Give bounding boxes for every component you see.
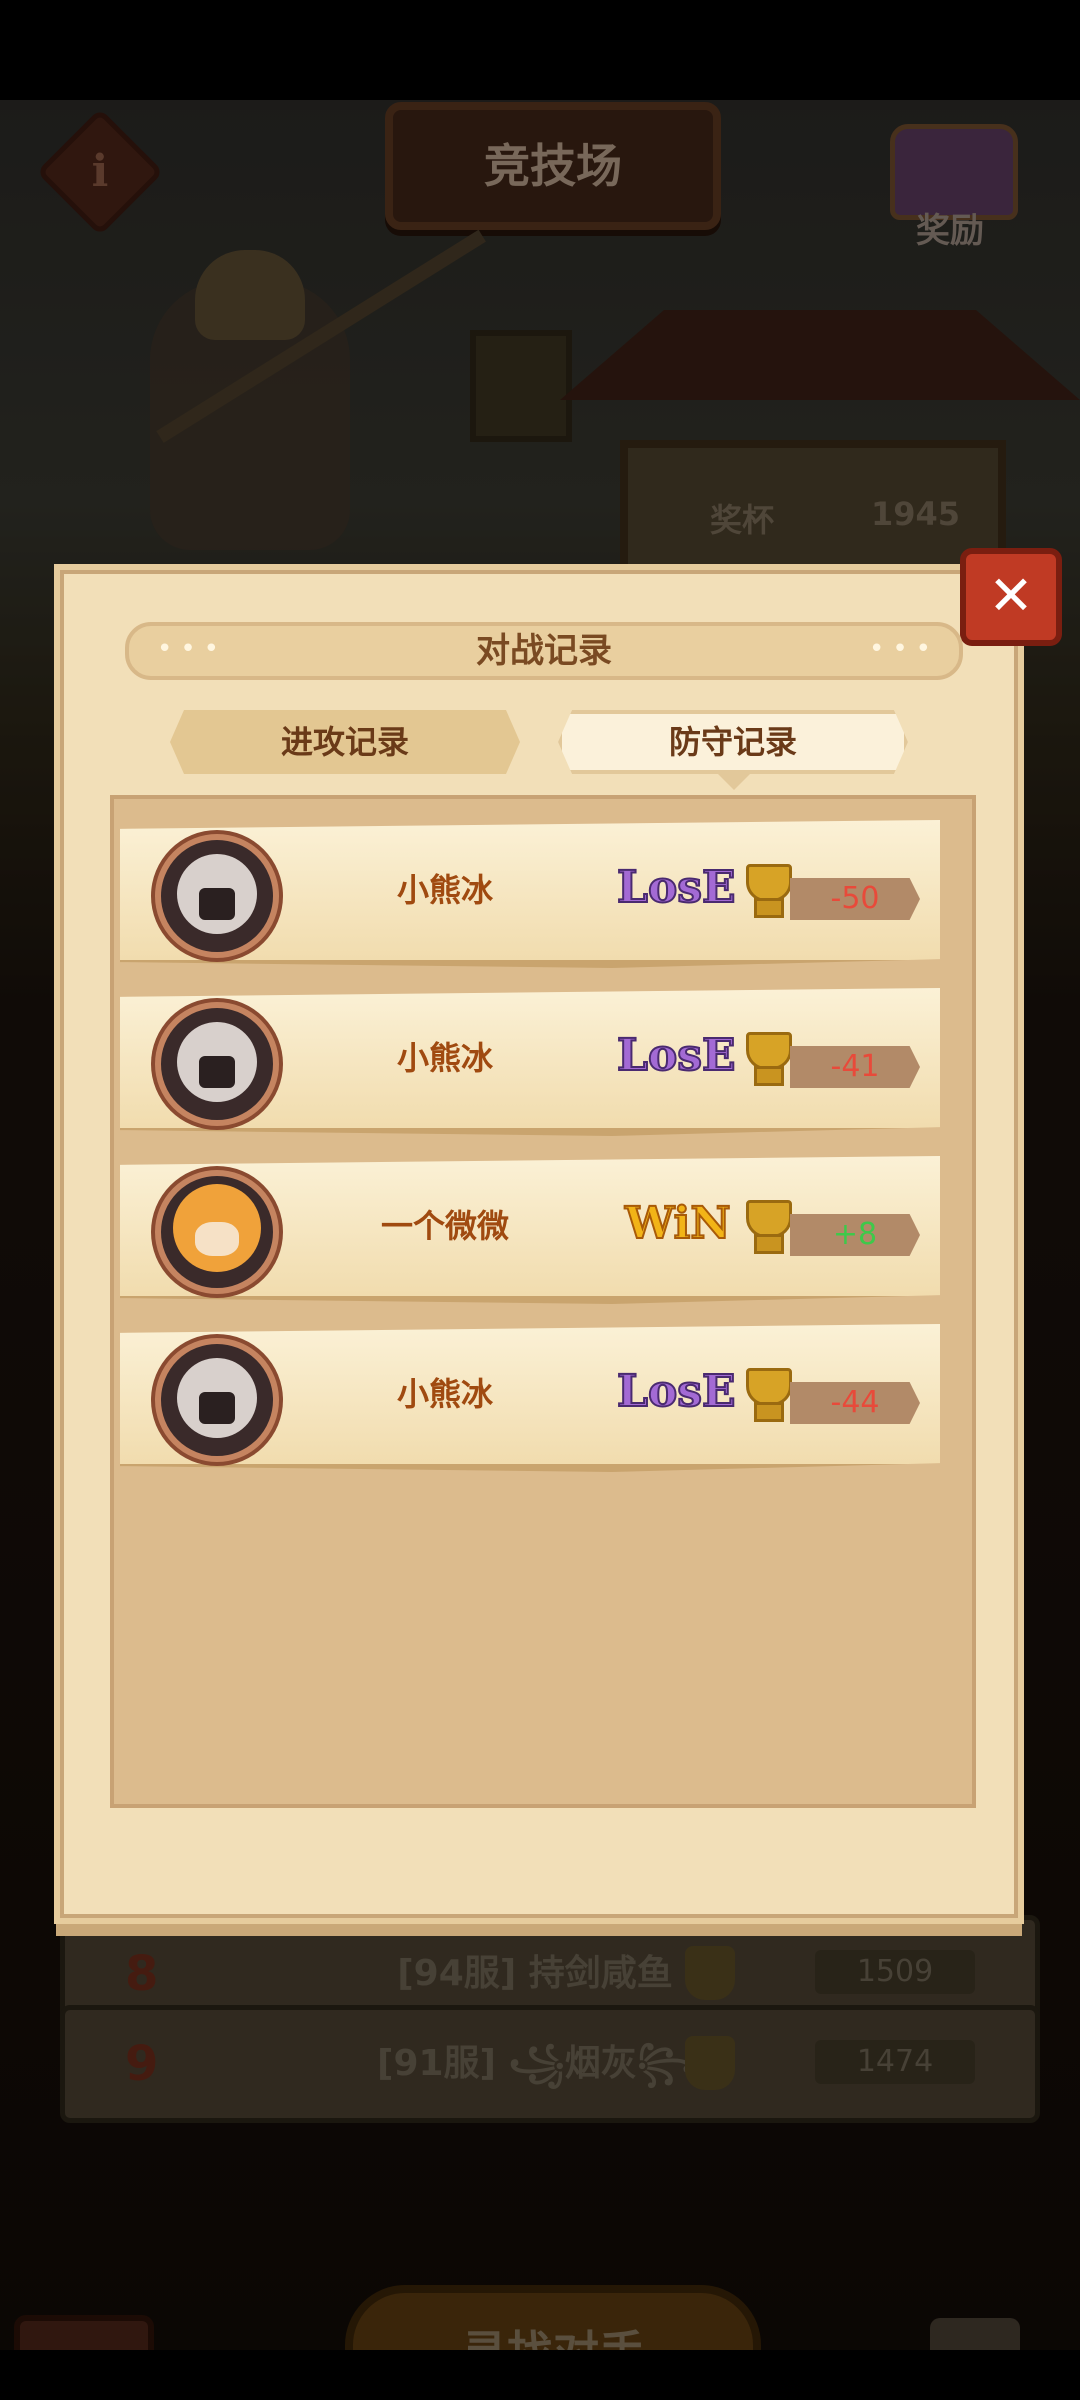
white-hood-masked-avatar [177,854,257,934]
trophy-delta: +8 [790,1214,920,1256]
opponent-name: 小熊冰 [396,1375,493,1413]
win-badge: WiN [624,1197,732,1250]
trophy-icon [740,864,792,920]
player-avatar[interactable] [155,834,279,958]
opponent-name: 小熊冰 [396,871,493,909]
close-icon: ✕ [988,564,1034,627]
tab-defense-records[interactable]: 防守记录 [558,710,908,774]
trophy-delta: -41 [790,1046,920,1088]
close-button[interactable]: ✕ [960,548,1062,646]
white-hood-masked-avatar [177,1358,257,1438]
system-nav-bar [0,2350,1080,2400]
active-tab-pointer [716,772,752,790]
record-row[interactable]: 一个微微 WiN +8 [120,1156,940,1304]
title-ornament-right: ••• [868,634,939,664]
record-row[interactable]: 小熊冰 LosE -44 [120,1324,940,1472]
white-hood-masked-avatar [177,1022,257,1102]
trophy-icon [740,1200,792,1256]
lose-badge: LosE [616,1365,737,1418]
tab-attack-records[interactable]: 进攻记录 [170,710,520,774]
modal-title-bar: ••• 对战记录 ••• [125,622,963,680]
lose-badge: LosE [616,861,737,914]
modal-title: 对战记录 [476,631,612,671]
record-row[interactable]: 小熊冰 LosE -41 [120,988,940,1136]
opponent-name: 小熊冰 [396,1039,493,1077]
lose-badge: LosE [616,1029,737,1082]
trophy-delta: -44 [790,1382,920,1424]
player-avatar[interactable] [155,1002,279,1126]
trophy-icon [740,1032,792,1088]
opponent-name: 一个微微 [380,1207,509,1245]
player-avatar[interactable] [155,1338,279,1462]
trophy-icon [740,1368,792,1424]
player-avatar[interactable] [155,1170,279,1294]
record-row[interactable]: 小熊冰 LosE -50 [120,820,940,968]
orange-hair-boy-avatar [173,1184,261,1272]
trophy-delta: -50 [790,878,920,920]
